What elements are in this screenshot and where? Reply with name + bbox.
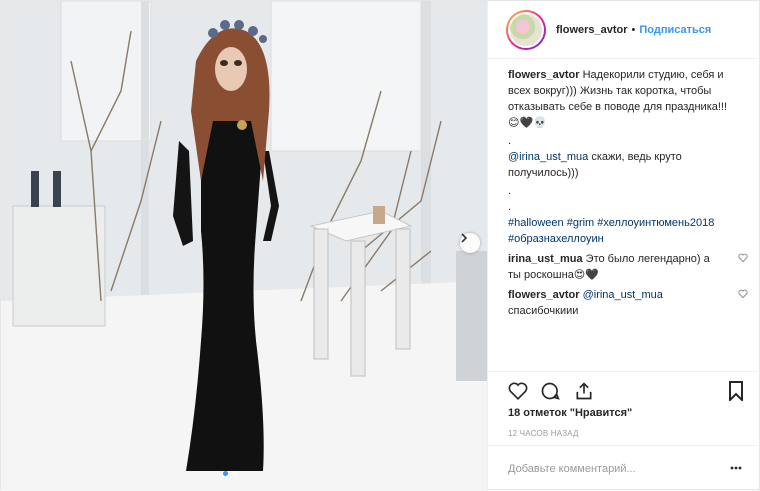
likes-count[interactable]: 18 отметок "Нравится"	[508, 407, 632, 419]
carousel-dot	[223, 471, 228, 476]
caption: flowers_avtor Надекорили студию, себя и …	[508, 67, 736, 131]
comment-username[interactable]: flowers_avtor	[508, 289, 580, 301]
caption-dot: .	[508, 201, 512, 213]
avatar[interactable]	[506, 9, 546, 50]
caption-mention-line: @irina_ust_mua скажи, ведь круто получил…	[508, 149, 736, 181]
comment-icon[interactable]	[540, 381, 560, 401]
comment-item: flowers_avtor @irina_ust_mua спасибочкии…	[508, 287, 748, 319]
bookmark-icon[interactable]	[728, 381, 744, 401]
post-header: flowers_avtor • Подписаться	[488, 1, 760, 59]
caption-username[interactable]: flowers_avtor	[508, 69, 580, 81]
post-sidebar: flowers_avtor • Подписаться flowers_avto…	[487, 1, 760, 491]
comment-text: спасибочкиии	[508, 305, 579, 317]
comment-mention[interactable]: @irina_ust_mua	[583, 289, 663, 301]
comments-section: flowers_avtor Надекорили студию, себя и …	[508, 67, 748, 319]
header-username[interactable]: flowers_avtor	[556, 24, 628, 36]
caption-dot: .	[508, 135, 512, 147]
caption-hashtags[interactable]: #halloween #grim #хеллоуинтюмень2018 #об…	[508, 215, 736, 247]
share-icon[interactable]	[574, 381, 594, 401]
photo-scene	[1, 1, 487, 491]
comment-item: irina_ust_mua Это было легендарно) а ты …	[508, 251, 748, 283]
carousel-dots	[223, 471, 237, 476]
carousel-dot	[232, 471, 237, 476]
avatar-image	[508, 11, 544, 48]
follow-button[interactable]: Подписаться	[639, 24, 711, 36]
post-timestamp[interactable]: 12 ЧАСОВ НАЗАД	[508, 429, 579, 438]
header-separator: •	[631, 23, 636, 36]
post-photo[interactable]	[1, 1, 487, 491]
comment-like-icon[interactable]	[738, 289, 748, 298]
comment-username[interactable]: irina_ust_mua	[508, 253, 583, 265]
post-actions	[488, 371, 760, 407]
more-icon[interactable]	[730, 462, 742, 474]
caption-dot: .	[508, 185, 512, 197]
heart-icon[interactable]	[508, 381, 528, 400]
comment-input[interactable]	[508, 462, 708, 475]
add-comment-bar	[488, 445, 760, 491]
comment-like-icon[interactable]	[738, 253, 748, 262]
carousel-next-button[interactable]	[460, 233, 480, 253]
instagram-post: flowers_avtor • Подписаться flowers_avto…	[0, 0, 760, 491]
chevron-right-icon	[461, 233, 468, 243]
caption-mention[interactable]: @irina_ust_mua	[508, 151, 588, 163]
